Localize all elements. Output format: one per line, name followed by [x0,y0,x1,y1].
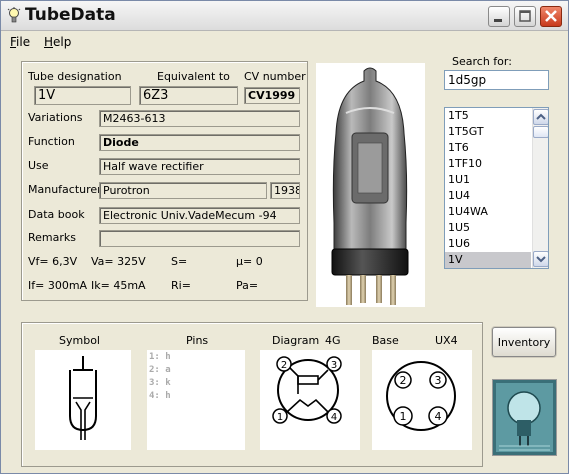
svg-text:1: 1 [277,412,283,423]
pins-label: Pins [186,334,209,347]
tube-photo [316,63,425,307]
chevron-down-icon [536,256,546,263]
mu-value: µ= 0 [236,255,263,268]
list-item[interactable]: 1T6 [445,140,531,156]
scroll-up-button[interactable] [533,109,548,125]
list-item[interactable]: 1T5GT [445,124,531,140]
use-field[interactable]: Half wave rectifier [99,158,300,175]
svg-text:2: 2 [400,374,407,387]
list-item[interactable]: 1T5 [445,108,531,124]
symbol-box [35,350,131,450]
svg-text:3: 3 [435,374,442,387]
diagram-code: 4G [325,334,341,347]
pa-value: Pa= [236,279,259,292]
data-book-field[interactable]: Electronic Univ.VadeMecum -94 [99,207,300,224]
app-logo [492,379,557,456]
list-item[interactable]: 1U4WA [445,204,531,220]
tube-list[interactable]: 1T5 1T5GT 1T6 1TF10 1U1 1U4 1U4WA 1U5 1U… [444,107,549,269]
pin-1-text: 1: h [149,352,171,362]
use-label: Use [28,159,49,172]
svg-text:2: 2 [281,360,287,371]
manufacturer-field[interactable]: Purotron [99,182,267,199]
list-item[interactable]: 1U5 [445,220,531,236]
svg-text:4: 4 [435,410,442,423]
menu-bar: File Help [1,32,568,52]
chevron-up-icon [536,113,546,120]
list-item-selected[interactable]: 1V [445,252,531,268]
list-item[interactable]: 1TF10 [445,156,531,172]
svg-text:3: 3 [331,360,337,371]
lightbulb-icon [7,7,21,23]
search-label: Search for: [452,55,512,68]
scroll-thumb[interactable] [533,126,548,138]
list-item[interactable]: 1U1 [445,172,531,188]
base-diagram-icon: 2 3 1 4 [386,361,456,431]
equivalent-field[interactable]: 6Z3 [139,86,238,105]
menu-help-label: elp [53,35,72,49]
search-input[interactable]: 1d5gp [444,70,549,90]
vf-value: Vf= 6,3V [28,255,78,268]
pins-box: 1: h 2: a 3: k 4: h [147,350,245,450]
menu-file-label: ile [16,35,31,49]
s-value: S= [171,255,188,268]
remarks-label: Remarks [28,231,76,244]
window-title: TubeData [25,5,116,25]
menu-help[interactable]: Help [44,35,71,49]
title-bar[interactable]: TubeData [1,1,568,31]
menu-help-mnemonic: H [44,35,54,49]
minimize-button[interactable] [488,6,510,27]
va-value: Va= 325V [91,255,146,268]
function-label: Function [28,135,75,148]
close-button[interactable] [540,6,562,27]
tube-logo-icon [493,380,556,455]
scroll-down-button[interactable] [533,251,548,267]
symbol-label: Symbol [59,334,100,347]
main-window: TubeData File Help Tube designation Equi… [0,0,569,474]
svg-text:4: 4 [331,412,337,423]
diagram-box: 2 3 1 4 [260,350,360,450]
pin-4-text: 4: h [149,391,171,401]
manufacturer-label: Manufacturer [28,183,102,196]
close-icon [545,10,557,22]
base-code: UX4 [435,334,458,347]
tube-designation-field[interactable]: 1V [34,86,131,105]
menu-file[interactable]: File [10,35,30,49]
base-box: 2 3 1 4 [372,350,472,450]
inventory-button[interactable]: Inventory [492,327,556,357]
maximize-icon [519,10,531,22]
list-scrollbar[interactable] [532,108,548,268]
data-book-label: Data book [28,208,85,221]
diagram-label: Diagram [272,334,320,347]
variations-field[interactable]: M2463-613 [99,110,300,127]
list-item[interactable]: 1U4 [445,188,531,204]
if-value: If= 300mA [28,279,88,292]
maximize-button[interactable] [514,6,536,27]
ri-value: Ri= [171,279,191,292]
base-label: Base [372,334,399,347]
pin-diagram-icon: 2 3 1 4 [272,356,342,424]
cv-number-label: CV number [244,70,306,83]
pin-3-text: 3: k [149,378,171,388]
remarks-field[interactable] [99,230,300,247]
variations-label: Variations [28,111,83,124]
ik-value: Ik= 45mA [91,279,146,292]
svg-text:1: 1 [400,410,407,423]
year-field[interactable]: 1938 [270,182,300,199]
tube-designation-label: Tube designation [28,70,122,83]
minimize-icon [494,19,502,22]
pin-2-text: 2: a [149,365,171,375]
function-field[interactable]: Diode [99,134,300,151]
cv-number-field[interactable]: CV1999 [244,87,300,104]
list-item[interactable]: 1U6 [445,236,531,252]
diode-symbol-icon [69,356,97,440]
equivalent-to-label: Equivalent to [157,70,230,83]
